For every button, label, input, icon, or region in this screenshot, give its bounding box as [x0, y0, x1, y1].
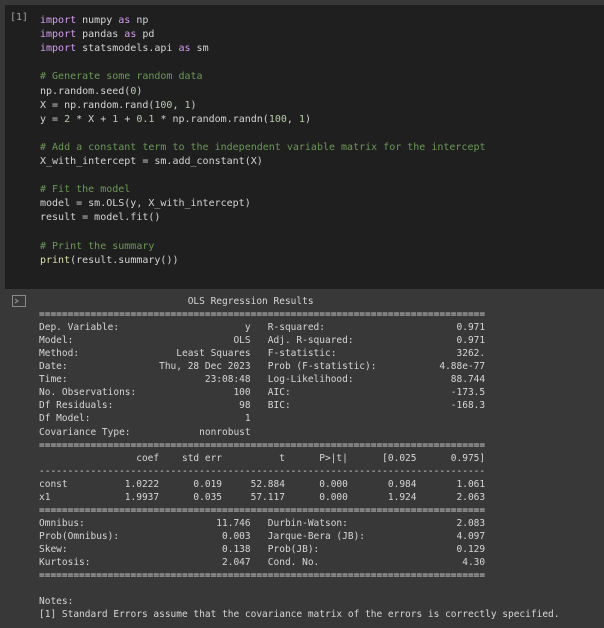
code-line: print(result.summary()) — [40, 254, 179, 266]
output-line: ========================================… — [39, 504, 486, 516]
output-line: Df Model: 1 — [39, 413, 251, 425]
output-line: Skew: 0.138 Prob(JB): 0.129 — [39, 543, 486, 555]
output-line: Notes: — [39, 596, 74, 608]
output-icon[interactable] — [12, 295, 26, 307]
output-line: Df Residuals: 98 BIC: -168.3 — [39, 400, 486, 412]
code-line: # Fit the model — [40, 184, 131, 196]
output-line: ========================================… — [39, 570, 486, 582]
code-line: X_with_intercept = sm.add_constant(X) — [40, 156, 263, 167]
code-line: # Add a constant term to the independent… — [40, 141, 486, 153]
output-line: Model: OLS Adj. R-squared: 0.971 — [39, 335, 486, 347]
output-line: const 1.0222 0.019 52.884 0.000 0.984 1.… — [39, 478, 486, 490]
output-line: OLS Regression Results — [39, 296, 314, 307]
output-line: Dep. Variable: y R-squared: 0.971 — [39, 322, 486, 334]
output-line: Prob(Omnibus): 0.003 Jarque-Bera (JB): 4… — [39, 530, 486, 542]
code-line: np.random.seed(0) — [40, 85, 143, 97]
code-line: import pandas as pd — [40, 29, 155, 41]
output-line: ========================================… — [39, 439, 486, 451]
code-cell[interactable]: import numpy as np import pandas as pd imp… — [0, 0, 604, 289]
code-line: X = np.random.rand(100, 1) — [40, 99, 197, 111]
output-line: Method: Least Squares F-statistic: 3262. — [39, 348, 486, 360]
code-line: result = model.fit() — [40, 212, 161, 224]
output-line: Omnibus: 11.746 Durbin-Watson: 2.083 — [39, 517, 486, 529]
cell-output: OLS Regression Results ==================… — [0, 289, 604, 628]
output-line: [1] Standard Errors assume that the cova… — [39, 609, 560, 621]
code-line: import numpy as np — [40, 15, 149, 26]
code-line: # Print the summary — [40, 240, 155, 252]
output-line: ----------------------------------------… — [39, 465, 486, 477]
code-line: import statsmodels.api as sm — [40, 43, 209, 55]
code-line: # Generate some random data — [40, 71, 203, 83]
output-line: Date: Thu, 28 Dec 2023 Prob (F-statistic… — [39, 361, 486, 373]
execution-count: [1] — [10, 12, 29, 23]
output-line: No. Observations: 100 AIC: -173.5 — [39, 387, 486, 399]
code-line: y = 2 * X + 1 + 0.1 * np.random.randn(10… — [40, 113, 311, 125]
code-editor[interactable]: import numpy as np import pandas as pd imp… — [5, 5, 604, 289]
code-line: model = sm.OLS(y, X_with_intercept) — [40, 198, 251, 210]
output-line: Kurtosis: 2.047 Cond. No. 4.30 — [39, 557, 486, 568]
output-line: ========================================… — [39, 309, 486, 321]
output-line: Time: 23:08:48 Log-Likelihood: 88.744 — [39, 374, 486, 386]
output-line: x1 1.9937 0.035 57.117 0.000 1.924 2.063 — [39, 491, 486, 503]
output-line: coef std err t P>|t| [0.025 0.975] — [39, 452, 486, 464]
output-line: Covariance Type: nonrobust — [39, 426, 251, 438]
